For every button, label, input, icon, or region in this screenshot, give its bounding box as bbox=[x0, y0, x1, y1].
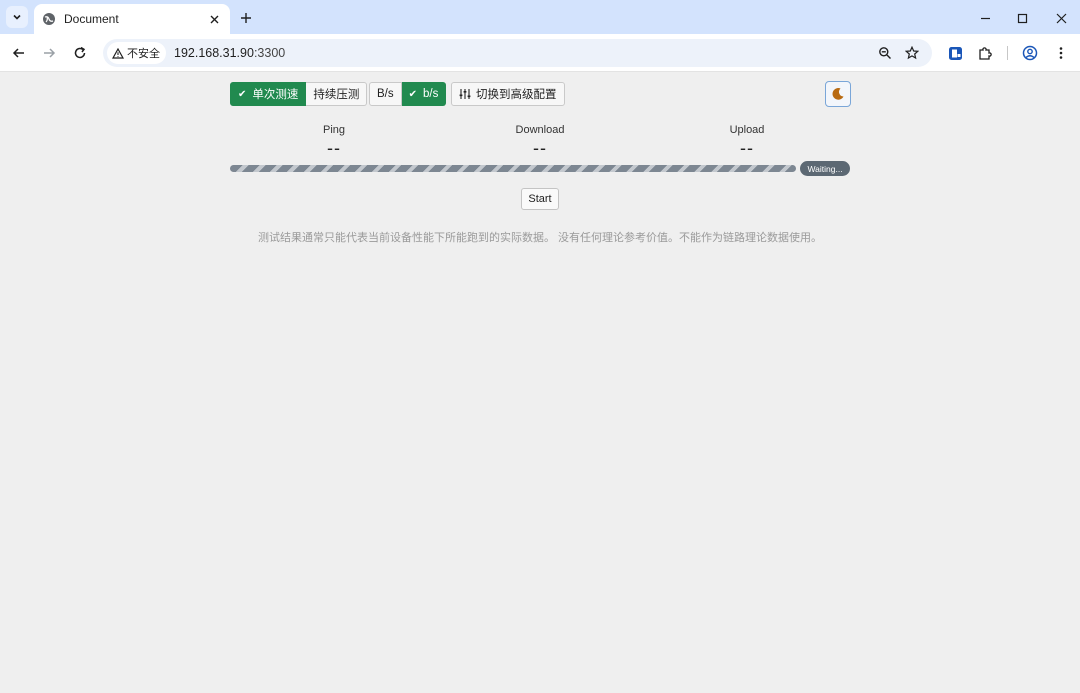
extension-badge-icon bbox=[948, 46, 962, 60]
tab-close-button[interactable] bbox=[206, 11, 222, 27]
menu-button[interactable] bbox=[1051, 43, 1071, 63]
browser-toolbar: 不安全 192.168.31.90:3300 bbox=[0, 34, 1080, 72]
puzzle-icon bbox=[978, 46, 992, 60]
test-mode-group: ✔ 单次测速 持续压测 bbox=[230, 82, 368, 106]
advanced-group: 切换到高级配置 bbox=[451, 82, 565, 106]
tab-strip: Document bbox=[0, 0, 1080, 34]
maximize-button[interactable] bbox=[1012, 8, 1032, 28]
toolbar-separator bbox=[1007, 46, 1008, 60]
extension-button[interactable] bbox=[945, 43, 965, 63]
maximize-icon bbox=[1017, 13, 1027, 23]
unit-bytes-label: B/s bbox=[377, 88, 394, 100]
advanced-config-label: 切换到高级配置 bbox=[476, 89, 557, 101]
check-icon: ✔ bbox=[408, 88, 418, 100]
status-badge: Waiting... bbox=[800, 161, 850, 176]
arrow-right-icon bbox=[44, 48, 56, 58]
upload-label: Upload bbox=[729, 124, 765, 136]
theme-toggle-button[interactable] bbox=[825, 81, 851, 107]
download-metric: Download -- bbox=[480, 124, 600, 159]
reload-button[interactable] bbox=[70, 43, 90, 63]
mode-single-label: 单次测速 bbox=[252, 89, 299, 101]
mode-continuous-label: 持续压测 bbox=[313, 89, 360, 101]
security-indicator[interactable]: 不安全 bbox=[107, 42, 166, 64]
security-label: 不安全 bbox=[127, 48, 160, 60]
forward-button[interactable] bbox=[39, 43, 59, 63]
back-button[interactable] bbox=[9, 43, 29, 63]
warning-icon bbox=[112, 47, 124, 59]
moon-icon bbox=[832, 88, 844, 100]
ping-label: Ping bbox=[322, 124, 346, 136]
zoom-icon bbox=[879, 47, 891, 59]
window-close-button[interactable] bbox=[1051, 8, 1071, 28]
tab-title: Document bbox=[64, 12, 119, 26]
globe-icon bbox=[43, 13, 55, 25]
more-vertical-icon bbox=[1059, 47, 1063, 59]
chevron-down-icon bbox=[13, 14, 21, 20]
advanced-config-button[interactable]: 切换到高级配置 bbox=[451, 82, 565, 106]
sliders-icon bbox=[459, 89, 471, 99]
unit-group: B/s ✔ b/s bbox=[369, 82, 447, 106]
unit-bits-label: b/s bbox=[423, 88, 439, 100]
tab-document[interactable]: Document bbox=[34, 4, 230, 34]
reload-icon bbox=[74, 46, 86, 59]
ping-metric: Ping -- bbox=[274, 124, 394, 159]
ping-value: -- bbox=[327, 138, 341, 158]
check-icon: ✔ bbox=[238, 88, 247, 100]
download-value: -- bbox=[533, 138, 547, 158]
upload-value: -- bbox=[740, 138, 754, 158]
url-port: :3300 bbox=[253, 46, 286, 60]
plus-icon bbox=[241, 13, 251, 23]
profile-button[interactable] bbox=[1020, 43, 1040, 63]
close-icon bbox=[1056, 13, 1066, 23]
url-host: 192.168.31.90 bbox=[174, 46, 254, 60]
extensions-menu-button[interactable] bbox=[975, 43, 995, 63]
zoom-button[interactable] bbox=[876, 44, 894, 62]
mode-single-button[interactable]: ✔ 单次测速 bbox=[230, 82, 307, 106]
tab-search-button[interactable] bbox=[6, 6, 28, 28]
test-progress-bar bbox=[230, 165, 796, 172]
disclaimer-text: 测试结果通常只能代表当前设备性能下所能跑到的实际数据。 没有任何理论参考价值。不… bbox=[257, 232, 823, 244]
unit-bytes-button[interactable]: B/s bbox=[369, 82, 402, 106]
start-button[interactable]: Start bbox=[521, 188, 559, 210]
mode-continuous-button[interactable]: 持续压测 bbox=[306, 82, 368, 106]
unit-bits-button[interactable]: ✔ b/s bbox=[401, 82, 447, 106]
account-icon bbox=[1022, 45, 1038, 61]
upload-metric: Upload -- bbox=[687, 124, 807, 159]
url-text[interactable]: 192.168.31.90:3300 bbox=[174, 46, 285, 60]
download-label: Download bbox=[515, 124, 565, 136]
address-bar[interactable]: 不安全 192.168.31.90:3300 bbox=[103, 39, 932, 67]
minimize-button[interactable] bbox=[975, 8, 995, 28]
minimize-icon bbox=[980, 17, 990, 19]
bookmark-button[interactable] bbox=[903, 44, 921, 62]
arrow-left-icon bbox=[12, 48, 24, 58]
new-tab-button[interactable] bbox=[236, 8, 256, 28]
star-icon bbox=[905, 46, 919, 60]
close-icon bbox=[210, 15, 218, 23]
